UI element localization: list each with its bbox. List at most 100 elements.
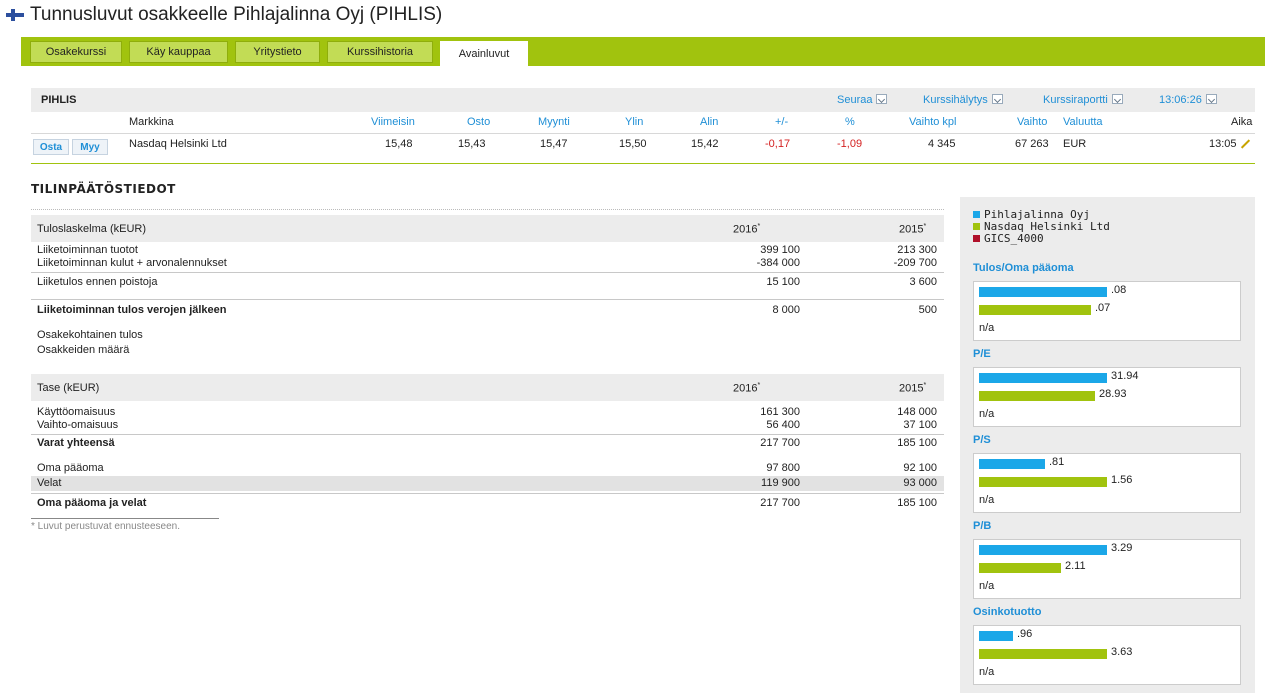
turnover: 67 263 [1015,138,1049,150]
metric-chart: .81 1.56 n/a [973,453,1241,513]
company-bar [979,545,1107,555]
company-value: .08 [1111,284,1127,296]
follow-dropdown[interactable]: Seuraa [837,94,888,106]
finland-flag-icon [6,9,24,21]
price-change-pct: -1,09 [837,138,863,150]
balance-header-label: Tase (kEUR) [37,382,100,394]
metric-title: P/B [973,520,992,532]
page-title: Tunnusluvut osakkeelle Pihlajalinna Oyj … [6,4,442,26]
volume: 4 345 [928,138,956,150]
col-high[interactable]: Ylin [625,116,643,128]
chart-icon[interactable] [1240,138,1250,148]
table-row: Liiketoiminnan tuotot 399 100 213 300 [37,244,937,256]
balance-year-1: 2016* [733,382,761,395]
price-alert-dropdown[interactable]: Kurssihälytys [923,94,1003,106]
quote-header: PIHLIS Seuraa Kurssihälytys Kurssiraport… [31,88,1255,112]
row-divider [31,272,944,273]
low-price: 15,42 [691,138,719,150]
income-statement-header: Tuloslaskelma (kEUR) 2016* 2015* [31,215,944,242]
company-value: 3.29 [1111,542,1133,554]
metric-chart: 31.94 28.93 n/a [973,367,1241,427]
dropdown-arrow-icon [1111,94,1123,104]
company-value: .81 [1049,456,1065,468]
market-bar [979,649,1107,659]
col-low[interactable]: Alin [700,116,718,128]
table-row: Liiketulos ennen poistoja 15 100 3 600 [37,276,937,288]
trade-time: 13:05 [1209,138,1250,150]
market-bar [979,563,1061,573]
metric-title: P/S [973,434,991,446]
market-value: 1.56 [1111,474,1133,486]
col-ask[interactable]: Myynti [538,116,570,128]
legend-swatch [973,211,980,218]
table-row: Varat yhteensä 217 700 185 100 [37,437,937,449]
ask-price: 15,47 [540,138,568,150]
refresh-time[interactable]: 13:06:26 [1159,94,1217,106]
income-year-2: 2015* [899,223,927,236]
col-pct[interactable]: % [845,116,855,128]
col-volume[interactable]: Vaihto kpl [909,116,957,128]
market-bar [979,391,1095,401]
row-divider [31,299,944,300]
metric-title: Tulos/Oma pääoma [973,262,1074,274]
table-row: Osakkeiden määrä [37,344,130,356]
balance-sheet-header: Tase (kEUR) 2016* 2015* [31,374,944,401]
sector-value: n/a [979,322,995,334]
col-currency[interactable]: Valuutta [1063,116,1103,128]
legend-swatch [973,223,980,230]
col-change[interactable]: +/- [775,116,788,128]
tab-yritystieto[interactable]: Yritystieto [235,41,320,63]
income-year-1: 2016* [733,223,761,236]
company-bar [979,631,1013,641]
tab-kay-kauppaa[interactable]: Käy kauppaa [129,41,228,63]
tab-bar: Osakekurssi Käy kauppaa Yritystieto Kurs… [21,37,1265,66]
col-bid[interactable]: Osto [467,116,490,128]
currency: EUR [1063,138,1087,150]
tab-kurssihistoria[interactable]: Kurssihistoria [327,41,433,63]
table-row: Käyttöomaisuus 161 300 148 000 [37,406,937,418]
income-header-label: Tuloslaskelma (kEUR) [37,223,147,235]
metric-chart: .96 3.63 n/a [973,625,1241,685]
dotted-divider [31,209,944,210]
col-last[interactable]: Viimeisin [371,116,415,128]
table-row: Oma pääoma 97 800 92 100 [37,462,937,474]
sector-value: n/a [979,666,995,678]
balance-year-2: 2015* [899,382,927,395]
sector-value: n/a [979,408,995,420]
buy-button[interactable]: Osta [33,139,69,155]
quote-divider [31,163,1255,164]
market-value: 28.93 [1099,388,1127,400]
sector-value: n/a [979,580,995,592]
company-value: 31.94 [1111,370,1139,382]
high-price: 15,50 [619,138,647,150]
col-market: Markkina [129,116,174,128]
legend-item-sector: GICS_4000 [973,233,1110,245]
legend-swatch [973,235,980,242]
bid-price: 15,43 [458,138,486,150]
market-value: 3.63 [1111,646,1133,658]
col-time: Aika [1231,116,1253,128]
footnote: * Luvut perustuvat ennusteeseen. [31,521,180,532]
metric-chart: 3.29 2.11 n/a [973,539,1241,599]
company-value: .96 [1017,628,1033,640]
section-title: TILINPÄÄTÖSTIEDOT [31,182,176,196]
tab-osakekurssi[interactable]: Osakekurssi [30,41,122,63]
sell-button[interactable]: Myy [72,139,108,155]
price-report-dropdown[interactable]: Kurssiraportti [1043,94,1123,106]
metric-title: Osinkotuotto [973,606,1042,618]
footnote-divider [31,518,219,519]
page-title-text: Tunnusluvut osakkeelle Pihlajalinna Oyj … [30,4,443,25]
market-bar [979,477,1107,487]
col-turnover[interactable]: Vaihto [1017,116,1047,128]
table-row: Vaihto-omaisuus 56 400 37 100 [37,419,937,431]
market-value: 2.11 [1065,560,1086,572]
metric-chart: .08.07 n/a [973,281,1241,341]
table-row: Osakekohtainen tulos [37,329,143,341]
last-price: 15,48 [385,138,413,150]
dropdown-arrow-icon [876,94,888,104]
table-row: Velat 119 900 93 000 [31,476,944,491]
tab-avainluvut[interactable]: Avainluvut [440,41,528,66]
row-divider [31,493,944,494]
refresh-icon [1205,94,1217,104]
market-value: .07 [1095,302,1111,314]
